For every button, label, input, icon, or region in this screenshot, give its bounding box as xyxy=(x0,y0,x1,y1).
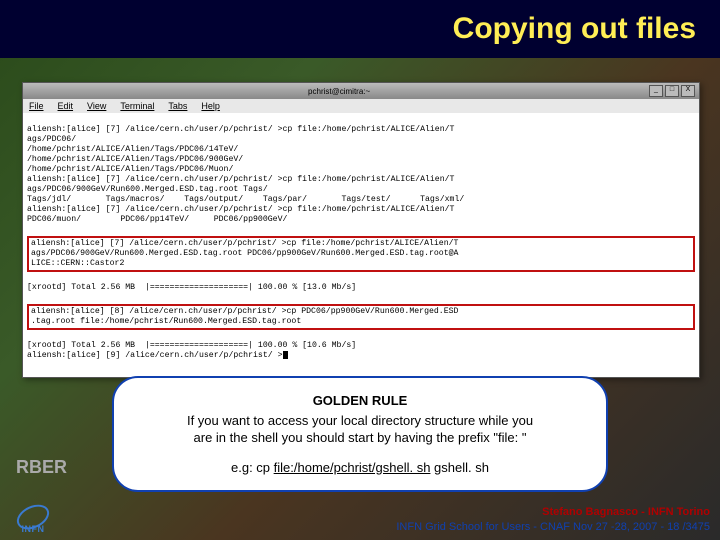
callout-line-2: are in the shell you should start by hav… xyxy=(138,429,582,447)
title-bar: Copying out files xyxy=(0,0,720,58)
menu-help[interactable]: Help xyxy=(201,101,220,111)
terminal-body: aliensh:[alice] [7] /alice/cern.ch/user/… xyxy=(23,113,699,377)
term-highlight-2: aliensh:[alice] [8] /alice/cern.ch/user/… xyxy=(31,307,691,327)
terminal-menubar: File Edit View Terminal Tabs Help xyxy=(23,99,699,113)
cursor-icon xyxy=(283,351,288,359)
maximize-button[interactable]: □ xyxy=(665,85,679,97)
term-mid-line: [xrootd] Total 2.56 MB |================… xyxy=(27,283,695,293)
window-controls: _ □ X xyxy=(649,85,695,97)
example-suffix: gshell. sh xyxy=(430,460,489,475)
golden-rule-callout: GOLDEN RULE If you want to access your l… xyxy=(112,376,608,492)
menu-view[interactable]: View xyxy=(87,101,106,111)
corner-label: RBER xyxy=(16,457,67,478)
slide-title: Copying out files xyxy=(453,12,696,46)
infn-logo: INFN xyxy=(10,506,56,534)
terminal-window: pchrist@cimitra:~ _ □ X File Edit View T… xyxy=(22,82,700,378)
term-block-top: aliensh:[alice] [7] /alice/cern.ch/user/… xyxy=(27,125,695,225)
menu-file[interactable]: File xyxy=(29,101,44,111)
menu-tabs[interactable]: Tabs xyxy=(168,101,187,111)
example-link: file:/home/pchrist/gshell. sh xyxy=(274,460,431,475)
callout-line-1: If you want to access your local directo… xyxy=(138,412,582,430)
terminal-title-left xyxy=(27,87,29,96)
footer-author: Stefano Bagnasco - INFN Torino xyxy=(396,505,710,519)
slide-root: Copying out files pchrist@cimitra:~ _ □ … xyxy=(0,0,720,540)
callout-example: e.g: cp file:/home/pchrist/gshell. sh gs… xyxy=(138,459,582,477)
example-prefix: e.g: cp xyxy=(231,460,274,475)
term-block-bottom: [xrootd] Total 2.56 MB |================… xyxy=(27,341,356,360)
minimize-button[interactable]: _ xyxy=(649,85,663,97)
close-button[interactable]: X xyxy=(681,85,695,97)
highlight-box-1: aliensh:[alice] [7] /alice/cern.ch/user/… xyxy=(27,236,695,272)
footer: Stefano Bagnasco - INFN Torino INFN Grid… xyxy=(396,505,710,534)
term-highlight-1: aliensh:[alice] [7] /alice/cern.ch/user/… xyxy=(31,239,691,269)
terminal-title: pchrist@cimitra:~ xyxy=(308,87,370,96)
callout-headline: GOLDEN RULE xyxy=(138,392,582,410)
menu-edit[interactable]: Edit xyxy=(58,101,74,111)
highlight-box-2: aliensh:[alice] [8] /alice/cern.ch/user/… xyxy=(27,304,695,330)
footer-venue: INFN Grid School for Users - CNAF Nov 27… xyxy=(396,520,710,534)
terminal-titlebar: pchrist@cimitra:~ _ □ X xyxy=(23,83,699,99)
menu-terminal[interactable]: Terminal xyxy=(120,101,154,111)
